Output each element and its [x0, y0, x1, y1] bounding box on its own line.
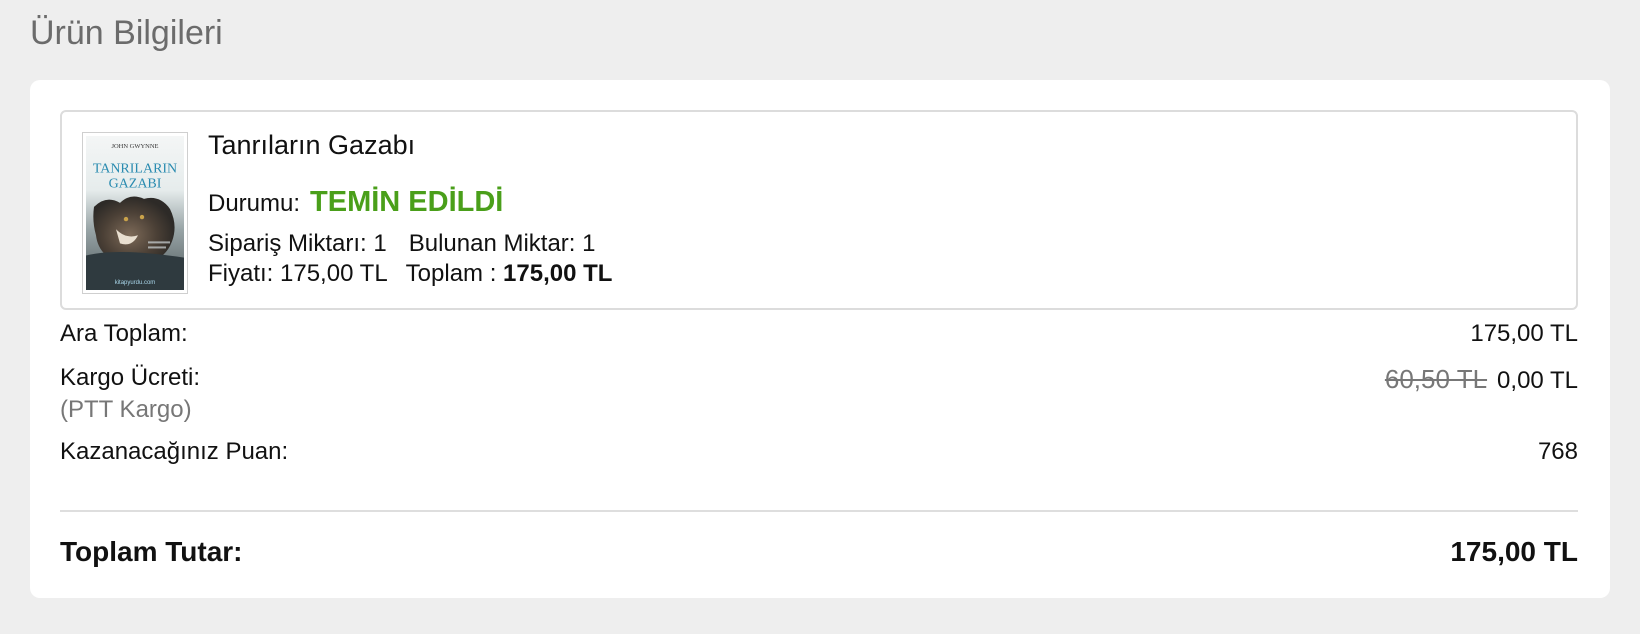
- product-info: Tanrıların Gazabı Durumu: TEMİN EDİLDİ Si…: [208, 130, 612, 287]
- status-row: Durumu: TEMİN EDİLDİ: [208, 186, 503, 219]
- status-badge: TEMİN EDİLDİ: [310, 186, 504, 218]
- book-cover-image: JOHN GWYNNE TANRILARIN GAZABI kitapyurdu…: [86, 136, 184, 290]
- cover-author: JOHN GWYNNE: [111, 143, 158, 150]
- book-cover[interactable]: JOHN GWYNNE TANRILARIN GAZABI kitapyurdu…: [82, 132, 188, 294]
- unit-price: Fiyatı: 175,00 TL: [208, 260, 388, 287]
- grand-total-label: Toplam Tutar:: [60, 536, 243, 567]
- order-summary-card: JOHN GWYNNE TANRILARIN GAZABI kitapyurdu…: [30, 80, 1610, 598]
- cover-title-line1: TANRILARIN: [93, 160, 177, 176]
- quantity-row: Sipariş Miktarı: 1 Bulunan Miktar: 1: [208, 230, 595, 258]
- shipping-value: 60,50 TL 0,00 TL: [1385, 364, 1578, 395]
- line-total-value: 175,00 TL: [503, 260, 613, 287]
- cover-publisher: kitapyurdu.com: [115, 280, 156, 286]
- shipping-label: Kargo Ücreti:: [60, 364, 201, 391]
- order-quantity: Sipariş Miktarı: 1: [208, 230, 387, 257]
- shipping-price: 0,00 TL: [1497, 367, 1578, 394]
- shipping-old-price: 60,50 TL: [1384, 364, 1488, 394]
- cover-title-line2: GAZABI: [109, 176, 162, 192]
- grand-total-value: 175,00 TL: [1450, 536, 1578, 567]
- shipping-carrier: (PTT Kargo): [60, 396, 192, 423]
- section-title: Ürün Bilgileri: [30, 14, 223, 52]
- points-label: Kazanacağınız Puan:: [60, 438, 289, 465]
- divider: [60, 510, 1578, 512]
- subtotal-label: Ara Toplam:: [60, 320, 188, 347]
- product-item: JOHN GWYNNE TANRILARIN GAZABI kitapyurdu…: [60, 110, 1578, 310]
- status-label: Durumu:: [208, 190, 301, 217]
- product-name[interactable]: Tanrıların Gazabı: [208, 130, 415, 161]
- points-value: 768: [1537, 438, 1578, 465]
- line-total-label: Toplam :: [405, 260, 497, 287]
- found-quantity: Bulunan Miktar: 1: [408, 230, 596, 257]
- subtotal-value: 175,00 TL: [1470, 320, 1578, 347]
- price-row: Fiyatı: 175,00 TL Toplam : 175,00 TL: [208, 260, 612, 288]
